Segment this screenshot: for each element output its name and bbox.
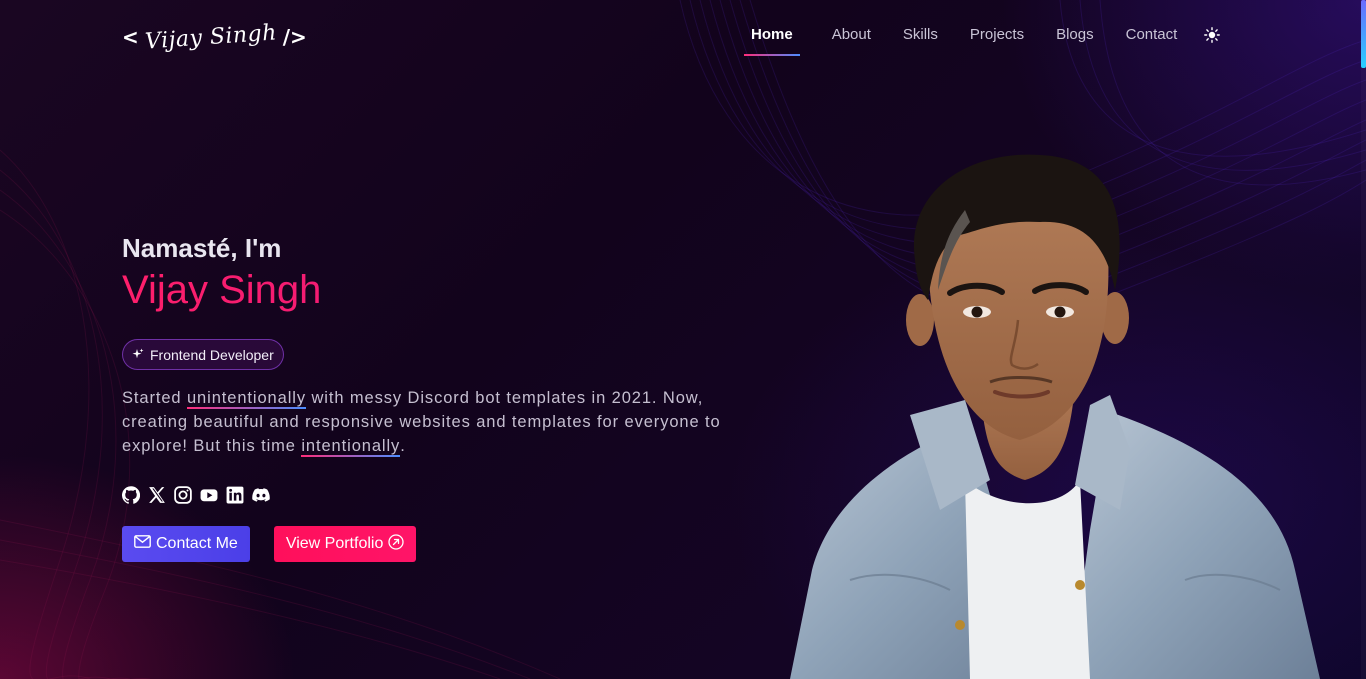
youtube-icon[interactable] [200, 486, 218, 504]
bio-highlight-unintentionally: unintentionally [186, 386, 306, 410]
linkedin-icon[interactable] [226, 486, 244, 504]
contact-me-button[interactable]: Contact Me [122, 526, 250, 562]
logo-open-bracket: < [122, 25, 139, 49]
bio-highlight-intentionally: intentionally [301, 434, 401, 458]
envelope-icon [134, 535, 151, 553]
instagram-icon[interactable] [174, 486, 192, 504]
nav-link-contact[interactable]: Contact [1126, 22, 1178, 47]
arrow-up-right-circle-icon [388, 533, 404, 555]
contact-me-label: Contact Me [156, 535, 238, 552]
logo-close-bracket: /> [282, 25, 307, 49]
bio-text-3: . [400, 437, 406, 455]
hero-section: Namasté, I'm Vijay Singh Frontend Develo… [122, 233, 772, 562]
sun-icon[interactable] [1203, 26, 1221, 44]
discord-icon[interactable] [252, 486, 270, 504]
view-portfolio-label: View Portfolio [285, 535, 384, 552]
main-nav: Home About Skills Projects Blogs Contact [744, 22, 1221, 56]
role-label: Frontend Developer [150, 346, 274, 363]
role-badge: Frontend Developer [122, 339, 284, 370]
social-links [122, 486, 772, 504]
view-portfolio-button[interactable]: View Portfolio [273, 526, 417, 562]
hero-name: Vijay Singh [122, 268, 772, 313]
github-icon[interactable] [122, 486, 140, 504]
nav-link-projects[interactable]: Projects [970, 22, 1024, 47]
nav-link-skills[interactable]: Skills [903, 22, 938, 47]
nav-link-home[interactable]: Home [744, 22, 800, 56]
hero-bio: Started unintentionally with messy Disco… [122, 386, 772, 458]
profile-portrait [790, 154, 1320, 679]
sparkle-icon [132, 347, 144, 363]
hero-actions: Contact Me View Portfolio [122, 526, 772, 562]
scrollbar-thumb[interactable] [1361, 0, 1366, 68]
logo-signature: Vijay Singh [144, 19, 278, 55]
page-scrollbar[interactable] [1361, 0, 1366, 679]
x-icon[interactable] [148, 486, 166, 504]
site-logo[interactable]: < Vijay Singh /> [122, 20, 307, 54]
bio-text-1: Started [122, 389, 187, 407]
nav-link-about[interactable]: About [832, 22, 871, 47]
hero-greeting: Namasté, I'm [122, 233, 282, 263]
nav-link-blogs[interactable]: Blogs [1056, 22, 1094, 47]
